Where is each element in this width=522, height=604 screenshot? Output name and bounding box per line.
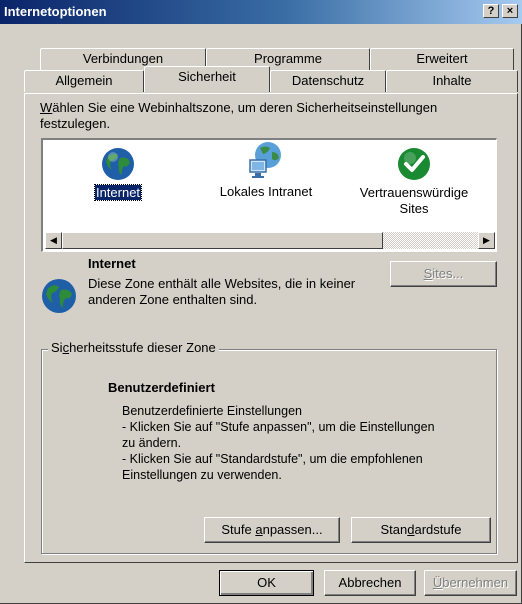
selected-zone-description: Diese Zone enthält alle Websites, die in… (88, 276, 356, 307)
customize-level-button[interactable]: Stufe anpassen... (204, 517, 340, 543)
close-button[interactable]: × (502, 4, 518, 18)
selected-zone-name: Internet (88, 256, 136, 271)
scroll-right-button[interactable]: ▶ (478, 232, 495, 249)
ok-button[interactable]: OK (219, 570, 314, 596)
apply-button[interactable]: Übernehmen (424, 570, 517, 596)
default-level-button[interactable]: Standardstufe (351, 517, 491, 543)
scroll-left-button[interactable]: ◀ (45, 232, 62, 249)
zone-instruction: Wählen Sie eine Webinhaltszone, um deren… (40, 100, 438, 131)
zone-label-trusted-sites: Vertrauenswürdige Sites (359, 185, 469, 216)
security-level-description: Benutzerdefinierte Einstellungen - Klick… (122, 404, 435, 482)
tab-datenschutz[interactable]: Datenschutz (270, 70, 386, 92)
zone-list[interactable]: Internet Lokales Intranet Vertrauenswürd… (41, 138, 497, 252)
window-title: Internetoptionen (4, 4, 107, 19)
zone-list-scrollbar[interactable]: ◀ ▶ (45, 232, 495, 249)
scroll-thumb[interactable] (62, 232, 383, 249)
globe-icon (42, 279, 76, 313)
globe-icon (102, 148, 134, 180)
sites-button[interactable]: Sites... (390, 261, 497, 287)
intranet-icon (249, 142, 281, 178)
help-button[interactable]: ? (483, 4, 499, 18)
security-level-heading: Benutzerdefiniert (108, 380, 215, 395)
zone-item-internet[interactable]: Internet (83, 146, 153, 201)
title-bar[interactable]: Internetoptionen ? × (0, 0, 522, 24)
tab-sicherheit[interactable]: Sicherheit (144, 66, 270, 92)
zone-item-trusted-sites[interactable]: Vertrauenswürdige Sites (349, 146, 479, 217)
zone-label-internet: Internet (93, 184, 143, 201)
tab-erweitert[interactable]: Erweitert (370, 48, 514, 70)
zone-item-intranet[interactable]: Lokales Intranet (211, 140, 321, 199)
internet-options-dialog: Internetoptionen ? × Verbindungen Progra… (0, 0, 522, 604)
checkmark-icon (398, 148, 430, 180)
tab-inhalte[interactable]: Inhalte (386, 70, 518, 92)
cancel-button[interactable]: Abbrechen (324, 570, 416, 596)
tab-allgemein[interactable]: Allgemein (24, 70, 144, 92)
zone-label-intranet: Lokales Intranet (219, 184, 313, 199)
security-level-legend: Sicherheitsstufe dieser Zone (48, 340, 219, 355)
